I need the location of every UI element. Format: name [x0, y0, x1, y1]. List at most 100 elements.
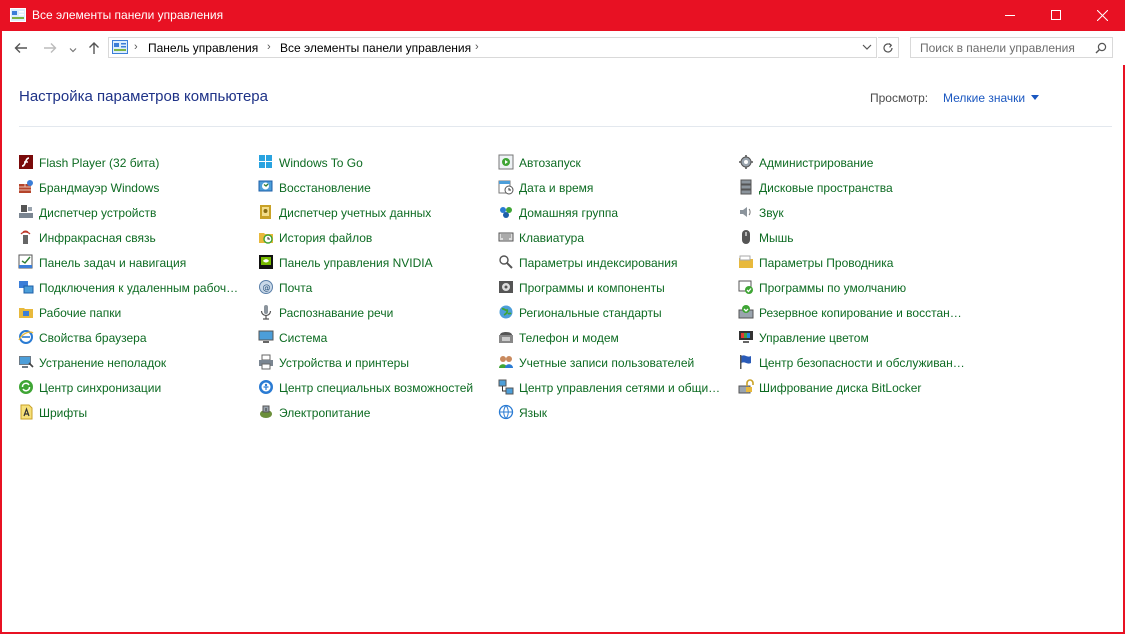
item-label[interactable]: Управление цветом [759, 331, 869, 345]
item-label[interactable]: Центр специальных возможностей [279, 381, 473, 395]
item-label[interactable]: Шрифты [39, 406, 87, 420]
breadcrumb-all-items[interactable]: Все элементы панели управления [280, 41, 471, 55]
item-label[interactable]: Автозапуск [519, 156, 581, 170]
item-label[interactable]: Диспетчер устройств [39, 206, 156, 220]
view-by-dropdown[interactable]: Мелкие значки [943, 91, 1040, 105]
remote-desktop-icon [19, 281, 34, 294]
navigation-bar: › Панель управления › Все элементы панел… [2, 31, 1125, 65]
forward-arrow-icon[interactable] [42, 40, 58, 56]
storage-spaces-icon [740, 179, 752, 195]
infrared-icon [20, 230, 31, 244]
item-label[interactable]: Звук [759, 206, 784, 220]
breadcrumb-separator-icon[interactable]: › [267, 41, 271, 53]
color-management-icon [739, 331, 753, 343]
accessibility-icon [259, 380, 273, 394]
search-box[interactable] [910, 37, 1113, 58]
recovery-icon [258, 180, 273, 192]
view-by-label: Просмотр: [870, 91, 929, 105]
item-label[interactable]: Региональные стандарты [519, 306, 662, 320]
item-label[interactable]: Программы по умолчанию [759, 281, 906, 295]
maximize-icon [1051, 10, 1061, 20]
recent-locations-chevron-icon[interactable] [68, 42, 78, 58]
item-label[interactable]: Распознавание речи [279, 306, 393, 320]
address-bar[interactable]: › Панель управления › Все элементы панел… [108, 37, 877, 58]
item-label[interactable]: Язык [519, 406, 547, 420]
window-title: Все элементы панели управления [32, 8, 224, 22]
sound-icon [740, 207, 751, 217]
header-divider [19, 126, 1112, 127]
item-label[interactable]: Устранение неполадок [39, 356, 166, 370]
minimize-button[interactable] [987, 0, 1033, 31]
bitlocker-icon [738, 379, 754, 394]
explorer-options-icon [739, 255, 753, 268]
item-label[interactable]: Администрирование [759, 156, 873, 170]
item-label[interactable]: Электропитание [279, 406, 370, 420]
keyboard-icon [498, 232, 514, 242]
item-label[interactable]: Мышь [759, 231, 794, 245]
item-label[interactable]: Резервное копирование и восстан… [759, 306, 962, 320]
homegroup-icon [500, 207, 512, 218]
default-programs-icon [738, 280, 753, 294]
firewall-icon [19, 180, 33, 193]
breadcrumb-separator-icon[interactable]: › [475, 41, 479, 53]
breadcrumb-separator-icon[interactable]: › [134, 41, 138, 53]
item-label[interactable]: Устройства и принтеры [279, 356, 409, 370]
mouse-icon [742, 230, 750, 244]
item-label[interactable]: Диспетчер учетных данных [279, 206, 431, 220]
power-icon [260, 405, 272, 418]
item-label[interactable]: Центр синхронизации [39, 381, 161, 395]
item-label[interactable]: Программы и компоненты [519, 281, 665, 295]
back-arrow-icon[interactable] [13, 40, 29, 56]
search-input[interactable] [911, 38, 1098, 57]
item-label[interactable]: Windows To Go [279, 156, 363, 170]
system-icon [258, 330, 274, 343]
security-flag-icon [740, 355, 751, 369]
item-label[interactable]: Дисковые пространства [759, 181, 893, 195]
item-label[interactable]: Домашняя группа [519, 206, 618, 220]
item-label[interactable]: Панель управления NVIDIA [279, 256, 433, 270]
item-label[interactable]: Рабочие папки [39, 306, 121, 320]
view-by-value[interactable]: Мелкие значки [943, 91, 1025, 105]
phone-icon [499, 332, 513, 343]
maximize-button[interactable] [1033, 0, 1079, 31]
network-icon [498, 379, 514, 395]
item-label[interactable]: Почта [279, 281, 312, 295]
search-icon[interactable] [1095, 42, 1107, 54]
item-label[interactable]: Брандмауэр Windows [39, 181, 159, 195]
item-label[interactable]: Свойства браузера [39, 331, 147, 345]
item-label[interactable]: Панель задач и навигация [39, 256, 186, 270]
up-arrow-icon[interactable] [86, 40, 102, 56]
dropdown-caret-icon[interactable] [1031, 95, 1040, 100]
address-history-chevron-icon[interactable] [861, 41, 873, 53]
work-folders-icon [19, 308, 33, 318]
item-label[interactable]: Центр управления сетями и общи… [519, 381, 720, 395]
item-label[interactable]: Телефон и модем [519, 331, 619, 345]
item-label[interactable]: Инфракрасная связь [39, 231, 156, 245]
device-manager-icon [19, 205, 33, 218]
svg-text:@: @ [263, 283, 271, 292]
item-label[interactable]: Центр безопасности и обслуживан… [759, 356, 965, 370]
item-label[interactable]: Flash Player (32 бита) [39, 156, 159, 170]
close-icon [1097, 10, 1108, 21]
item-label[interactable]: Шифрование диска BitLocker [759, 381, 921, 395]
windows-to-go-icon [259, 155, 272, 168]
mail-icon: @ [259, 280, 273, 294]
close-button[interactable] [1079, 0, 1125, 31]
title-bar[interactable]: Все элементы панели управления [1, 0, 1125, 31]
item-label[interactable]: Клавиатура [519, 231, 584, 245]
page-title: Настройка параметров компьютера [19, 88, 268, 105]
file-history-icon [259, 233, 273, 244]
breadcrumb-control-panel[interactable]: Панель управления [148, 41, 258, 55]
minimize-icon [1005, 15, 1015, 16]
item-label[interactable]: Подключения к удаленным рабоч… [39, 281, 238, 295]
item-label[interactable]: Система [279, 331, 327, 345]
backup-icon [738, 305, 754, 319]
item-label[interactable]: Параметры индексирования [519, 256, 677, 270]
item-label[interactable]: Дата и время [519, 181, 593, 195]
item-label[interactable]: Учетные записи пользователей [519, 356, 694, 370]
item-label[interactable]: Параметры Проводника [759, 256, 893, 270]
item-label[interactable]: Восстановление [279, 181, 371, 195]
refresh-button[interactable] [878, 37, 899, 58]
autoplay-icon [498, 154, 514, 170]
item-label[interactable]: История файлов [279, 231, 372, 245]
